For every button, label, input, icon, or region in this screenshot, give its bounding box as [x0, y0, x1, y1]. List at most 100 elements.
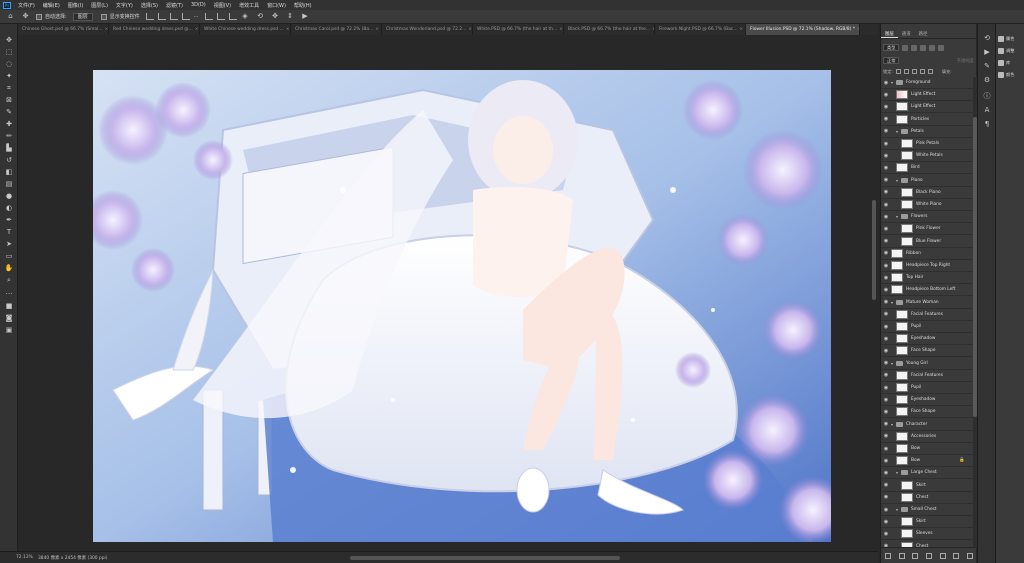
paragraph-icon[interactable]: ¶	[982, 120, 992, 129]
visibility-eye-icon[interactable]: ◉	[881, 433, 891, 439]
visibility-eye-icon[interactable]: ◉	[881, 519, 891, 525]
new-layer-icon[interactable]	[953, 552, 960, 559]
layer-row[interactable]: ◉ Sleeves	[881, 528, 973, 541]
info-icon[interactable]: ⓘ	[982, 92, 992, 101]
marquee-tool-icon[interactable]: ⬚	[4, 48, 14, 57]
history-icon[interactable]: ⟲	[982, 34, 992, 43]
visibility-eye-icon[interactable]: ◉	[881, 348, 891, 354]
visibility-eye-icon[interactable]: ◉	[881, 470, 891, 476]
brush-settings-icon[interactable]: ✎	[982, 62, 992, 71]
layer-row[interactable]: ◉ Blue Flower	[881, 236, 973, 248]
crop-tool-icon[interactable]: ⌗	[4, 84, 14, 93]
visibility-eye-icon[interactable]: ◉	[881, 458, 891, 464]
layer-group[interactable]: ◉ ▾ Mature Woman	[881, 297, 973, 309]
close-icon[interactable]: ×	[468, 27, 472, 32]
zoom-tool-icon[interactable]: ⌕	[4, 276, 14, 285]
tab-white-chinese-wedding-dress[interactable]: White Chinese wedding dress.psd ... ×	[200, 24, 291, 35]
layer-row[interactable]: ◉ Headpiece Bottom Left	[881, 284, 973, 297]
layer-group[interactable]: ◉ ▾ Character	[881, 419, 973, 431]
layer-row[interactable]: ◉ Chest	[881, 492, 973, 504]
close-icon[interactable]: ×	[857, 27, 859, 32]
tab-firework-night[interactable]: Firework Night.PSD @ 66.7% (Bac... ×	[655, 24, 746, 35]
eraser-tool-icon[interactable]: ◧	[4, 168, 14, 177]
visibility-eye-icon[interactable]: ◉	[881, 177, 891, 183]
visibility-eye-icon[interactable]: ◉	[881, 165, 891, 171]
pen-tool-icon[interactable]: ✒	[4, 216, 14, 225]
tab-black[interactable]: Black.PSD @ 66.7% (the hair at the...×	[564, 24, 655, 35]
tab-red-chinese-wedding-dress[interactable]: Red Chinese wedding dress.psd @... ×	[109, 24, 200, 35]
lock-transparent-icon[interactable]	[895, 69, 901, 74]
close-icon[interactable]: ×	[559, 27, 563, 32]
character-icon[interactable]: A	[982, 106, 992, 115]
menu-filter[interactable]: 滤镜(T)	[162, 2, 187, 9]
rectangle-tool-icon[interactable]: ▭	[4, 252, 14, 261]
layer-group[interactable]: ◉ ▾ Small Chest	[881, 504, 973, 516]
menu-type[interactable]: 文字(Y)	[112, 2, 137, 9]
lock-artboard-icon[interactable]	[919, 69, 925, 74]
visibility-eye-icon[interactable]: ◉	[881, 80, 891, 86]
blur-tool-icon[interactable]: ●	[4, 192, 14, 201]
lock-all-icon[interactable]	[927, 69, 933, 74]
visibility-eye-icon[interactable]: ◉	[881, 397, 891, 403]
actions-icon[interactable]: ▶	[982, 48, 992, 57]
layer-row[interactable]: ◉ Headpiece Top Right	[881, 260, 973, 272]
menu-layer[interactable]: 图层(L)	[87, 2, 112, 9]
gradient-tool-icon[interactable]: ▤	[4, 180, 14, 189]
visibility-eye-icon[interactable]: ◉	[881, 421, 891, 427]
layer-row[interactable]: ◉ Eyeshadow	[881, 333, 973, 346]
tab-paths[interactable]: 路径	[915, 30, 932, 38]
layer-row[interactable]: ◉ Light Effect	[881, 89, 973, 102]
lasso-tool-icon[interactable]: ◌	[4, 60, 14, 69]
align-right-icon[interactable]	[169, 13, 178, 20]
zoom-level[interactable]: 72.13%	[16, 555, 33, 560]
close-icon[interactable]: ×	[739, 27, 743, 32]
link-layers-icon[interactable]	[884, 552, 891, 559]
filter-adjustment-icon[interactable]	[911, 44, 918, 51]
brush-tool-icon[interactable]: ✏	[4, 132, 14, 141]
menu-window[interactable]: 窗口(W)	[263, 2, 290, 9]
visibility-eye-icon[interactable]: ◉	[881, 494, 891, 500]
magic-wand-tool-icon[interactable]: ✦	[4, 72, 14, 81]
visibility-eye-icon[interactable]: ◉	[881, 116, 891, 122]
add-mask-icon[interactable]	[912, 552, 919, 559]
layer-row[interactable]: ◉ Ribbon	[881, 248, 973, 260]
healing-brush-tool-icon[interactable]: ✚	[4, 120, 14, 129]
visibility-eye-icon[interactable]: ◉	[881, 238, 891, 244]
new-group-icon[interactable]	[939, 552, 946, 559]
menu-select[interactable]: 选择(S)	[137, 2, 162, 9]
visibility-eye-icon[interactable]: ◉	[881, 226, 891, 232]
close-icon[interactable]: ×	[104, 27, 108, 32]
menu-file[interactable]: 文件(F)	[14, 2, 39, 9]
color-swatch-icon[interactable]: ■	[4, 302, 14, 311]
layer-row[interactable]: ◉ Pupil	[881, 382, 973, 394]
tab-white[interactable]: White.PSD @ 66.7% (the hair at th... ×	[473, 24, 564, 35]
3d-rotate-icon[interactable]: ⟲	[256, 12, 265, 21]
visibility-eye-icon[interactable]: ◉	[881, 141, 891, 147]
filter-pixel-icon[interactable]	[902, 44, 909, 51]
visibility-eye-icon[interactable]: ◉	[881, 214, 891, 220]
layer-row[interactable]: ◉ Face Shape	[881, 345, 973, 358]
layer-row[interactable]: ◉ Black Piano	[881, 187, 973, 199]
video-camera-icon[interactable]: ▶	[301, 12, 310, 21]
more-tools-icon[interactable]: …	[4, 288, 14, 297]
tab-flower-illusion[interactable]: Flower Illusion.PSD @ 72.1% (Shadow, RGB…	[746, 24, 860, 35]
visibility-eye-icon[interactable]: ◉	[881, 104, 891, 110]
lock-image-icon[interactable]	[903, 69, 909, 74]
layer-row[interactable]: ◉ Bow 🔒	[881, 455, 973, 468]
layer-group[interactable]: ◉ ▾ Foreground	[881, 77, 973, 89]
layer-row[interactable]: ◉ Facial Features	[881, 309, 973, 321]
visibility-eye-icon[interactable]: ◉	[881, 360, 891, 366]
color-panel-button[interactable]: 颜色	[998, 70, 1024, 80]
align-left-icon[interactable]	[145, 13, 154, 20]
layer-row[interactable]: ◉ Bird	[881, 162, 973, 175]
quick-mask-icon[interactable]: ◙	[4, 314, 14, 323]
menu-3d[interactable]: 3D(D)	[187, 2, 210, 8]
layer-group[interactable]: ◉ ▾ Flowers	[881, 211, 973, 224]
more-options-button[interactable]: ···	[194, 14, 199, 20]
menu-help[interactable]: 帮助(H)	[290, 2, 316, 9]
filter-smart-object-icon[interactable]	[938, 44, 945, 51]
visibility-eye-icon[interactable]: ◉	[881, 446, 891, 452]
path-selection-tool-icon[interactable]: ➤	[4, 240, 14, 249]
3d-mode-icon[interactable]: ◈	[241, 12, 250, 21]
tab-christmas-wonderland[interactable]: Christmas Wonderland.psd @ 72.2... ×	[382, 24, 473, 35]
